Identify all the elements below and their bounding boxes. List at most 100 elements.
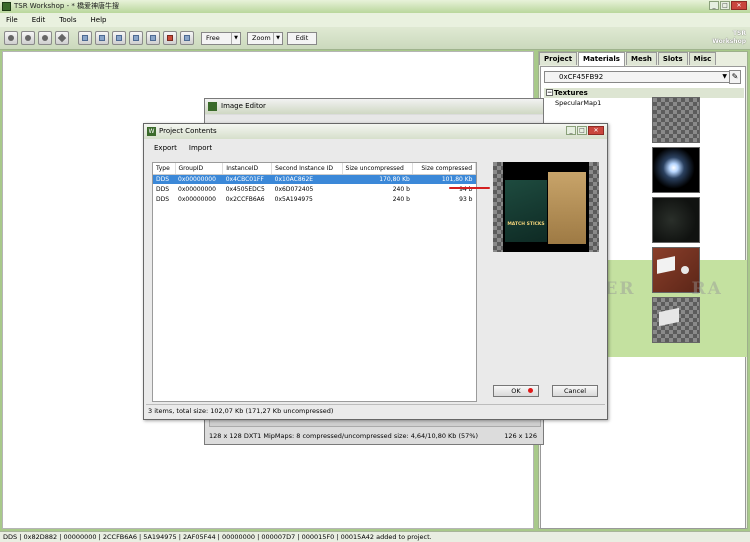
window-title: TSR Workshop - * 橋爱神唐牛搜 <box>14 2 120 10</box>
tab-project[interactable]: Project <box>539 52 578 65</box>
resource-table: Type GroupID InstanceID Second Instance … <box>152 162 490 402</box>
table-row[interactable]: DDS 0x00000000 0x2CCFB6A6 0x5A194975 240… <box>153 194 476 204</box>
cell-groupid: 0x00000000 <box>178 195 216 203</box>
cell-type: DDS <box>153 174 176 184</box>
mode-value: Free <box>206 34 220 42</box>
textures-label: Textures <box>554 89 588 97</box>
cell-groupid: 0x00000000 <box>175 174 223 184</box>
texture-thumbnail[interactable] <box>652 147 700 193</box>
preview-checker-left <box>493 162 503 252</box>
cell-size-compressed: 101,80 Kb <box>412 174 476 184</box>
camera-icon[interactable] <box>95 31 109 45</box>
tab-misc[interactable]: Misc <box>688 52 717 65</box>
mirror-icon[interactable] <box>112 31 126 45</box>
box-art-text: MATCH STICKS <box>507 222 545 227</box>
bones-icon[interactable] <box>146 31 160 45</box>
collapse-icon[interactable]: − <box>546 89 553 96</box>
cell-size-uncompressed: 170,80 Kb <box>342 174 413 184</box>
menu-edit[interactable]: Edit <box>32 16 46 24</box>
menu-bar: File Edit Tools Help <box>0 13 750 27</box>
image-info: 128 x 128 DXT1 MipMaps: 8 compressed/unc… <box>209 432 479 440</box>
col-instanceid[interactable]: InstanceID <box>222 163 273 175</box>
col-groupid[interactable]: GroupID <box>175 163 224 175</box>
table-row[interactable]: DDS 0x00000000 0x4505EDC5 0x6D072405 240… <box>153 184 476 194</box>
col-second-instanceid[interactable]: Second Instance ID <box>271 163 343 175</box>
cancel-button[interactable]: Cancel <box>552 385 598 397</box>
ok-button[interactable]: OK <box>493 385 539 397</box>
image-dims: 126 x 126 <box>504 432 537 440</box>
shaded-view-icon[interactable] <box>21 31 35 45</box>
maximize-icon[interactable]: □ <box>577 126 587 135</box>
brush-icon[interactable] <box>180 31 194 45</box>
cell-type: DDS <box>156 185 170 193</box>
close-icon[interactable]: ✕ <box>588 126 604 135</box>
cell-instanceid: 0x2CCFB6A6 <box>225 195 265 203</box>
menu-tools[interactable]: Tools <box>59 16 76 24</box>
red-dot-annotation <box>528 388 533 393</box>
diamond-view-icon[interactable] <box>55 31 69 45</box>
tsr-logo: TSR Workshop <box>712 30 746 45</box>
box-art-front <box>505 180 547 242</box>
chevron-down-icon: ▼ <box>273 33 282 44</box>
menu-file[interactable]: File <box>6 16 18 24</box>
app-icon: W <box>147 127 156 136</box>
menu-export[interactable]: Export <box>154 144 177 152</box>
image-editor-title: Image Editor <box>221 102 266 110</box>
texture-thumbnail[interactable] <box>652 297 700 343</box>
app-icon <box>2 2 11 11</box>
cell-size-compressed: 94 b <box>459 185 473 193</box>
specularmap-label: SpecularMap1 <box>555 99 602 107</box>
close-icon[interactable]: ✕ <box>731 1 747 10</box>
menu-help[interactable]: Help <box>91 16 107 24</box>
table-row[interactable]: DDS 0x00000000 0x4CBC01FF 0x10AC862E 170… <box>153 174 476 184</box>
menu-import[interactable]: Import <box>189 144 212 152</box>
tab-slots[interactable]: Slots <box>657 52 688 65</box>
textures-header[interactable]: − Textures <box>544 88 744 98</box>
maximize-icon[interactable]: □ <box>720 1 730 10</box>
project-contents-menu: Export Import <box>154 144 212 152</box>
app-icon <box>208 102 217 111</box>
col-size-uncompressed[interactable]: Size uncompressed <box>342 163 414 175</box>
col-size-compressed[interactable]: Size compressed <box>412 163 476 175</box>
project-contents-title: Project Contents <box>159 127 217 135</box>
minimize-icon[interactable]: _ <box>566 126 576 135</box>
paint-icon[interactable] <box>163 31 177 45</box>
project-contents-status: 3 items, total size: 102,07 Kb (171,27 K… <box>146 404 605 417</box>
watermark-text-2: RA <box>691 279 723 299</box>
texture-preview: MATCH STICKS <box>493 162 599 252</box>
texture-thumbnail[interactable] <box>652 97 700 143</box>
minimize-icon[interactable]: _ <box>709 1 719 10</box>
cell-instanceid: 0x4505EDC5 <box>225 185 265 193</box>
edit-button[interactable]: Edit <box>287 32 317 45</box>
chevron-down-icon: ▼ <box>722 73 727 80</box>
image-editor-titlebar: Image Editor <box>205 99 543 114</box>
cell-second-instanceid: 0x10AC862E <box>271 174 343 184</box>
zoom-value: Zoom <box>252 34 271 42</box>
ok-label: OK <box>511 387 521 395</box>
mesh-icon[interactable] <box>129 31 143 45</box>
pencil-icon[interactable]: ✎ <box>729 70 741 84</box>
col-type[interactable]: Type <box>153 163 176 175</box>
texture-thumbnail[interactable] <box>652 197 700 243</box>
grid-icon[interactable] <box>78 31 92 45</box>
sphere-view-icon[interactable] <box>4 31 18 45</box>
cell-type: DDS <box>156 195 170 203</box>
cell-instanceid: 0x4CBC01FF <box>222 174 272 184</box>
mode-dropdown[interactable]: Free ▼ <box>201 32 241 45</box>
material-dropdown[interactable]: 0xCF45FB92 ▼ <box>544 71 730 83</box>
preview-checker-right <box>589 162 599 252</box>
image-editor-status: 128 x 128 DXT1 MipMaps: 8 compressed/unc… <box>209 430 541 442</box>
zoom-dropdown[interactable]: Zoom ▼ <box>247 32 283 45</box>
box-art-side <box>548 172 586 244</box>
tab-materials[interactable]: Materials <box>578 52 625 66</box>
status-bar: DDS | 0x82D882 | 00000000 | 2CCFB6A6 | 5… <box>0 531 750 542</box>
panel-tabs: Project Materials Mesh Slots Misc <box>539 52 717 66</box>
main-toolbar: Free ▼ Zoom ▼ Edit <box>0 27 750 50</box>
cell-size-compressed: 93 b <box>459 195 473 203</box>
project-contents-titlebar: W Project Contents _ □ ✕ <box>144 124 607 139</box>
wire-view-icon[interactable] <box>38 31 52 45</box>
tab-mesh[interactable]: Mesh <box>625 52 657 65</box>
cell-size-uncompressed: 240 b <box>392 185 410 193</box>
chevron-down-icon: ▼ <box>231 33 240 44</box>
cell-second-instanceid: 0x5A194975 <box>274 195 313 203</box>
